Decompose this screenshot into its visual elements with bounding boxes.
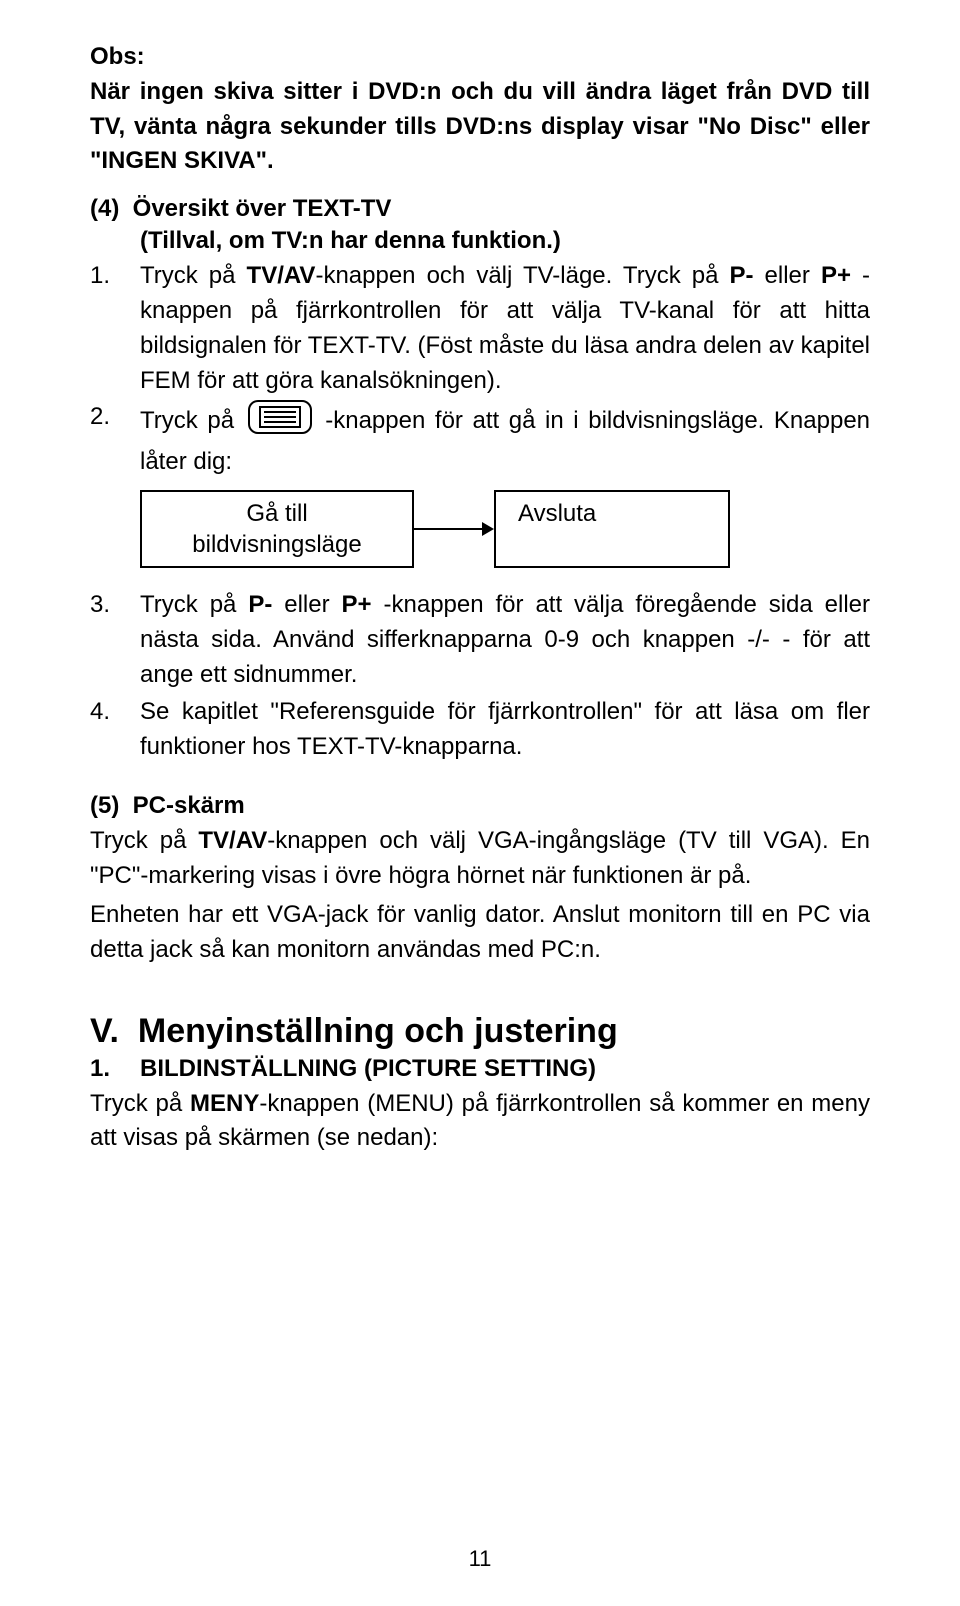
flow-text: bildvisningsläge — [152, 529, 402, 560]
chapter-5-body: Tryck på MENY-knappen (MENU) på fjärrkon… — [90, 1087, 870, 1157]
list-item: 2. Tryck på -knappen för att gå in i bil… — [90, 400, 870, 586]
section-5-para1: Tryck på TV/AV-knappen och välj VGA-ingå… — [90, 824, 870, 894]
p-plus-label: P+ — [821, 262, 851, 289]
p-plus-label: P+ — [342, 591, 372, 618]
text: -knappen och välj TV-läge. Tryck på — [315, 262, 729, 289]
list-marker: 4. — [90, 695, 140, 765]
section-4-title: (4) Översikt över TEXT-TV — [90, 195, 870, 223]
section-5-para2: Enheten har ett VGA-jack för vanlig dato… — [90, 898, 870, 968]
chapter-5-heading: V. Menyinställning och justering — [90, 1012, 870, 1051]
text: eller — [753, 262, 820, 289]
flow-text: Gå till — [152, 498, 402, 529]
text: Tryck på — [90, 827, 198, 854]
text: Tryck på — [140, 262, 247, 289]
obs-heading: Obs: — [90, 40, 870, 75]
list-body: Se kapitlet "Referensguide för fjärrkont… — [140, 695, 870, 765]
section-4-subtitle: (Tillval, om TV:n har denna funktion.) — [90, 227, 870, 255]
teletext-icon — [248, 400, 312, 445]
flow-text: Avsluta — [518, 498, 718, 529]
text: Tryck på — [90, 1090, 190, 1117]
arrow-right-icon — [414, 514, 494, 544]
flow-box-enter: Gå till bildvisningsläge — [140, 490, 414, 568]
text: Tryck på — [140, 407, 244, 434]
obs-text: När ingen skiva sitter i DVD:n och du vi… — [90, 75, 870, 179]
sub-number: 1. — [90, 1055, 140, 1083]
document-page: Obs: När ingen skiva sitter i DVD:n och … — [0, 0, 960, 1606]
chapter-5-sub: 1. BILDINSTÄLLNING (PICTURE SETTING) — [90, 1055, 870, 1083]
p-minus-label: P- — [248, 591, 272, 618]
p-minus-label: P- — [729, 262, 753, 289]
flow-diagram: Gå till bildvisningsläge Avsluta — [140, 490, 870, 568]
list-body: Tryck på TV/AV-knappen och välj TV-läge.… — [140, 259, 870, 398]
list-item: 4. Se kapitlet "Referensguide för fjärrk… — [90, 695, 870, 765]
section-5-title: (5) PC-skärm — [90, 792, 870, 820]
flow-box-exit: Avsluta — [494, 490, 730, 568]
tvav-label: TV/AV — [247, 262, 316, 289]
list-item: 1. Tryck på TV/AV-knappen och välj TV-lä… — [90, 259, 870, 398]
list-item: 3. Tryck på P- eller P+ -knappen för att… — [90, 588, 870, 692]
text: Tryck på — [140, 591, 248, 618]
list-marker: 1. — [90, 259, 140, 398]
list-body: Tryck på P- eller P+ -knappen för att vä… — [140, 588, 870, 692]
list-marker: 3. — [90, 588, 140, 692]
list-body: Tryck på -knappen för att gå in i bildvi… — [140, 400, 870, 586]
sub-title: BILDINSTÄLLNING (PICTURE SETTING) — [140, 1055, 596, 1083]
list-marker: 2. — [90, 400, 140, 586]
page-number: 11 — [0, 1546, 960, 1572]
text: eller — [272, 591, 341, 618]
tvav-label: TV/AV — [198, 827, 267, 854]
meny-label: MENY — [190, 1090, 259, 1117]
